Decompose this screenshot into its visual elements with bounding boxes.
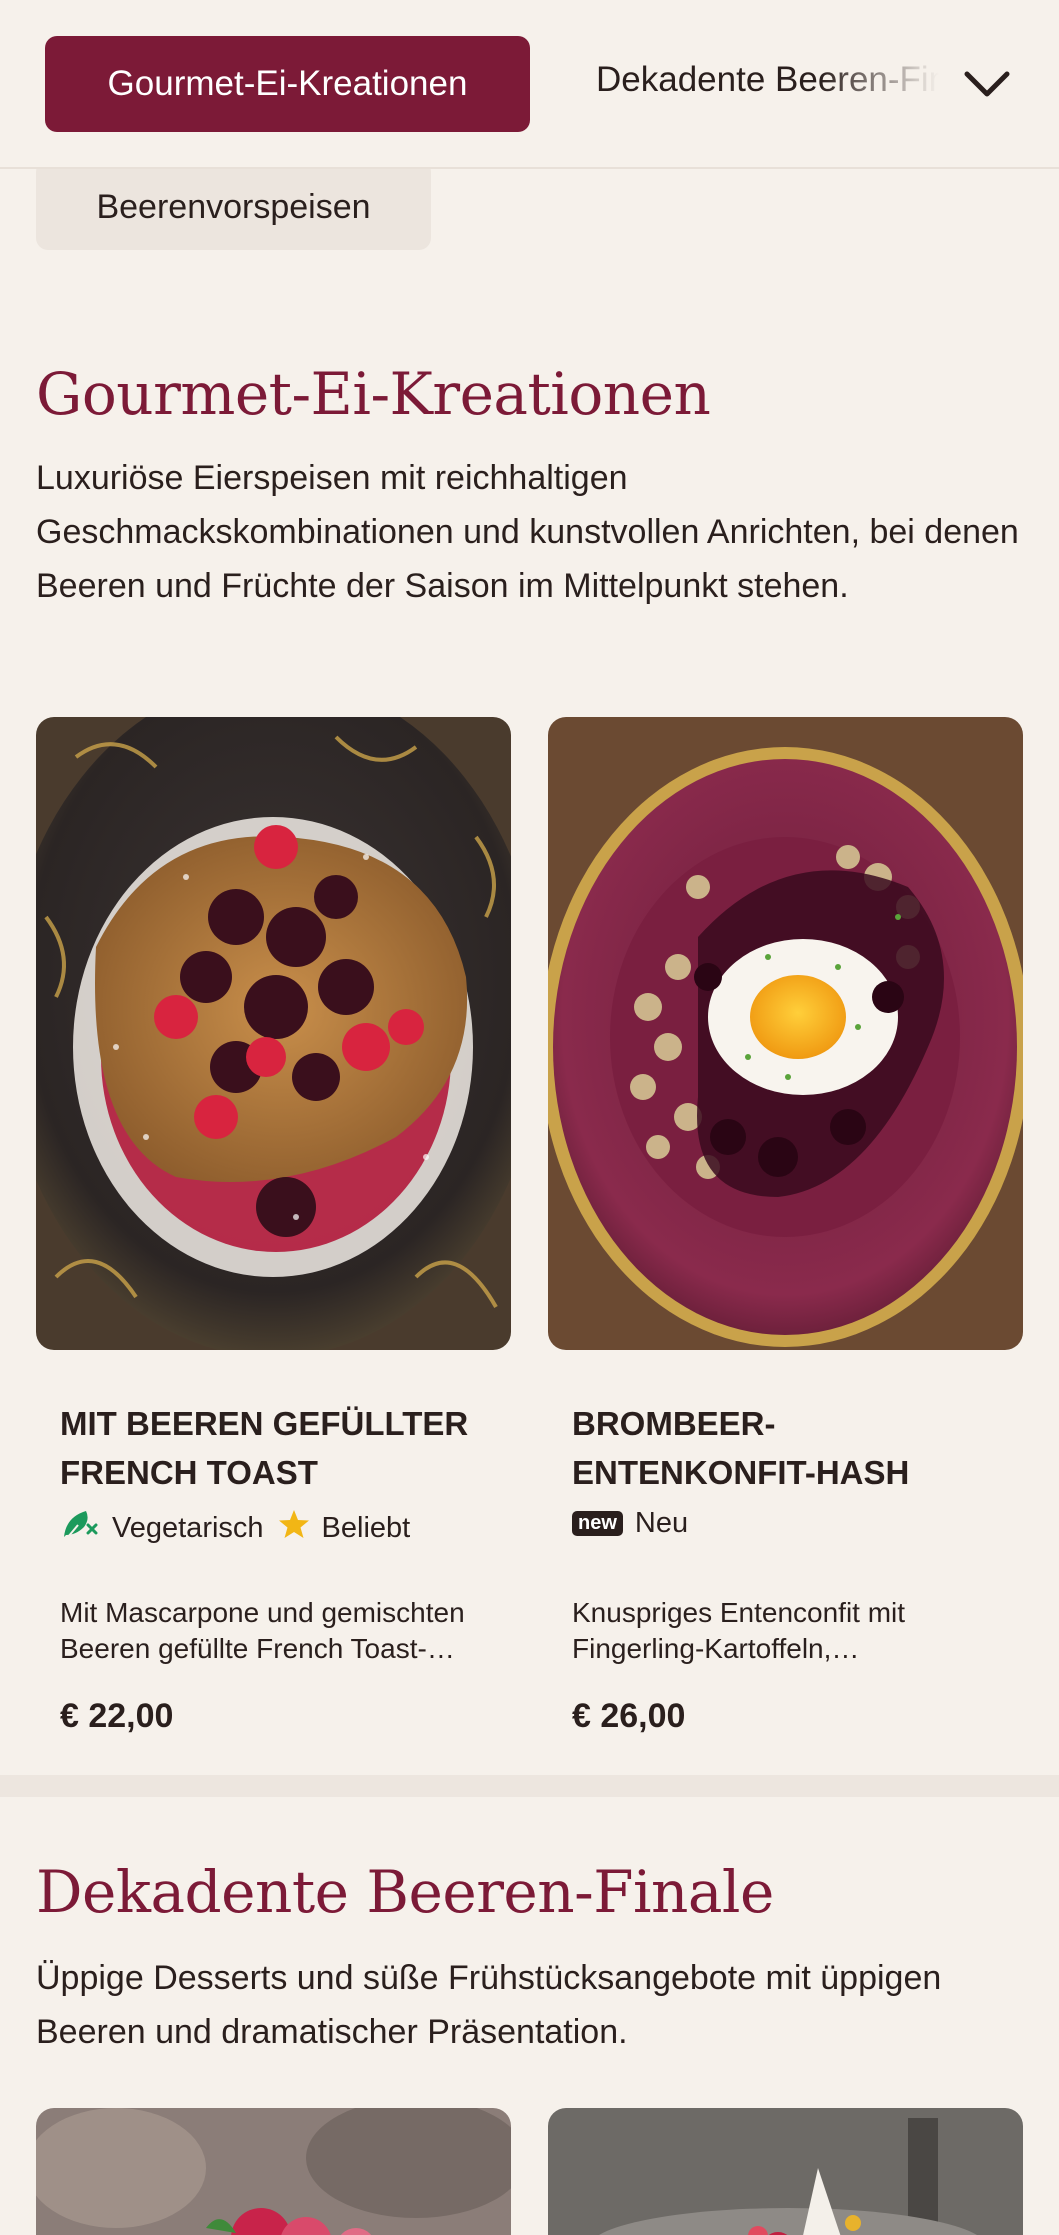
section-title: Gourmet-Ei-Kreationen — [36, 360, 711, 428]
section-divider — [0, 1775, 1059, 1797]
section-description: Luxuriöse Eierspeisen mit reichhaltigen … — [36, 459, 1019, 605]
new-badge-icon: new — [572, 1511, 623, 1536]
tag-label: Beliebt — [321, 1511, 411, 1544]
dish-image-dessert-1[interactable] — [36, 2108, 511, 2235]
menu-item-card[interactable]: Mit Beeren gefüllter French Toast Vegeta… — [36, 717, 511, 1737]
category-tab-active[interactable]: Gourmet-Ei-Kreationen — [45, 36, 530, 132]
scroll-fade — [820, 40, 960, 130]
category-tab-label: Beerenvorspeisen — [96, 187, 371, 226]
menu-item-price: € 26,00 — [572, 1697, 686, 1735]
menu-item-price: € 22,00 — [60, 1697, 174, 1735]
tag-label: Vegetarisch — [112, 1511, 264, 1544]
menu-item-description: Knuspriges Entenconfit mit Fingerling-Ka… — [572, 1597, 906, 1664]
section-description: Üppige Desserts und süße Frühstücksangeb… — [36, 1959, 942, 2051]
tag-vegetarian: Vegetarisch — [60, 1507, 264, 1549]
menu-item-tags: new Neu — [572, 1507, 688, 1540]
chevron-down-icon[interactable] — [960, 58, 1014, 112]
dish-image-french-toast — [36, 717, 511, 1350]
menu-item-tags: Vegetarisch Beliebt — [60, 1507, 410, 1549]
menu-item-card[interactable]: Brombeer-Entenkonfit-Hash new Neu Knuspr… — [548, 717, 1023, 1737]
tag-label: Neu — [634, 1507, 689, 1539]
menu-item-description: Mit Mascarpone und gemischten Beeren gef… — [60, 1597, 465, 1664]
section-title: Dekadente Beeren-Finale — [36, 1858, 774, 1926]
tag-new: new Neu — [572, 1507, 688, 1540]
tag-popular: Beliebt — [278, 1508, 411, 1548]
dish-image-dessert-2[interactable] — [548, 2108, 1023, 2235]
menu-item-name: Mit Beeren gefüllter French Toast — [60, 1405, 469, 1491]
vegetarian-leaf-icon — [60, 1507, 100, 1549]
category-tab-label: Gourmet-Ei-Kreationen — [107, 64, 468, 103]
category-nav-bar: Gourmet-Ei-Kreationen Dekadente Beeren-F… — [0, 0, 1059, 169]
dish-image-duck-hash — [548, 717, 1023, 1350]
menu-item-name: Brombeer-Entenkonfit-Hash — [572, 1405, 910, 1491]
star-icon — [278, 1508, 310, 1548]
category-tab-beerenvorspeisen[interactable]: Beerenvorspeisen — [36, 160, 431, 250]
